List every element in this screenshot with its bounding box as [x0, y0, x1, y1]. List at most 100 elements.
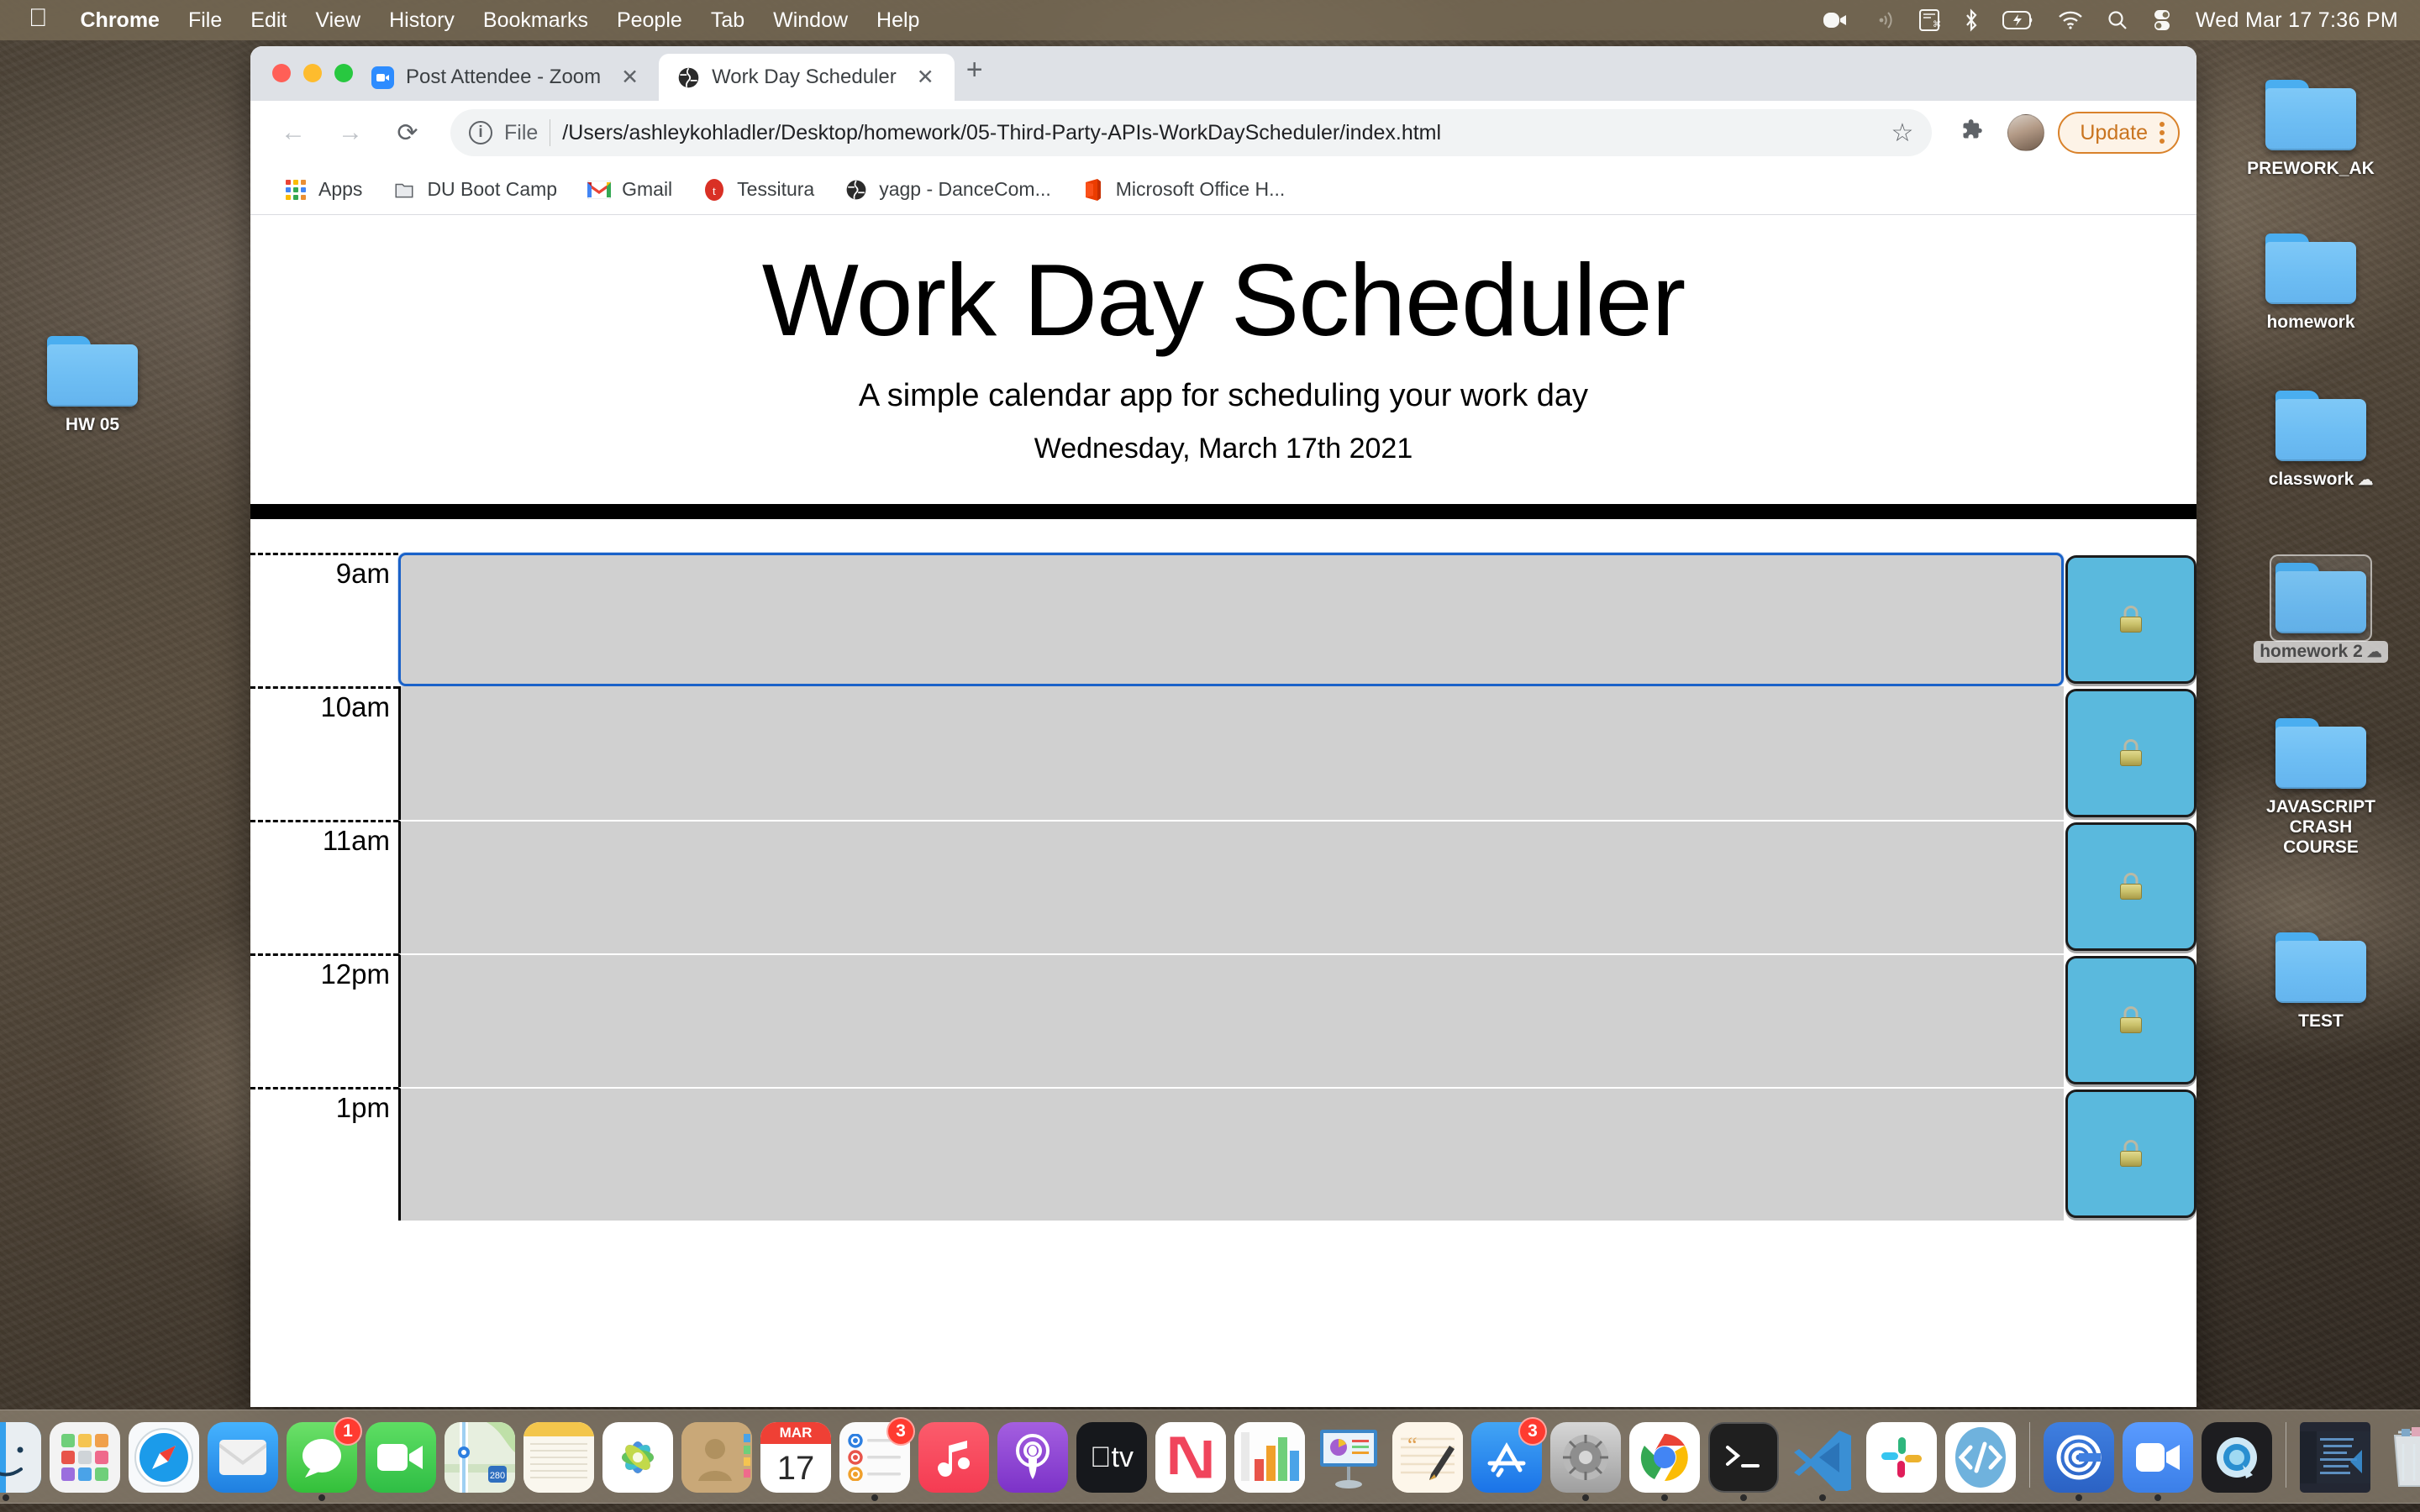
desktop-icon-javascript-crash-course[interactable]: JAVASCRIPT CRASH COURSE — [2245, 718, 2396, 858]
bookmark-label: Tessitura — [737, 178, 815, 200]
maximize-window-button[interactable] — [334, 64, 353, 82]
menu-chrome[interactable]: Chrome — [66, 8, 174, 33]
time-block-input-12pm[interactable] — [398, 953, 2064, 1087]
chrome-menu-icon[interactable] — [2160, 122, 2165, 144]
dock-item-safari[interactable] — [129, 1422, 199, 1493]
close-tab-button[interactable]: ✕ — [908, 65, 943, 90]
update-button[interactable]: Update — [2058, 112, 2180, 154]
dock-item-music[interactable] — [918, 1422, 989, 1493]
dock-item-numbers[interactable] — [1234, 1422, 1305, 1493]
dock-item-chrome[interactable] — [1629, 1422, 1700, 1501]
bookmark-apps[interactable]: Apps — [272, 173, 374, 207]
dock-item-system-preferences[interactable] — [1550, 1422, 1621, 1501]
dock-item-news[interactable] — [1155, 1422, 1226, 1493]
dock-item-airdrop-app[interactable] — [2044, 1422, 2114, 1501]
dock-item-finder[interactable] — [0, 1422, 41, 1501]
dock-item-facetime[interactable] — [366, 1422, 436, 1493]
menu-bar-clock[interactable]: Wed Mar 17 7:36 PM — [2196, 8, 2398, 33]
dock-item-keynote[interactable] — [1313, 1422, 1384, 1493]
time-block-input-11am[interactable] — [398, 819, 2064, 953]
back-button[interactable]: ← — [267, 107, 319, 159]
dock-item-trash[interactable] — [2379, 1422, 2420, 1493]
close-window-button[interactable] — [272, 64, 291, 82]
close-tab-button[interactable]: ✕ — [613, 65, 647, 90]
chrome-window: Post Attendee - Zoom ✕ Work Day Schedule… — [250, 46, 2196, 1407]
dock-item-photos[interactable] — [602, 1422, 673, 1493]
save-button-12pm[interactable] — [2065, 955, 2196, 1084]
puzzle-piece-icon[interactable] — [1949, 117, 1994, 149]
bookmark-microsoft-office[interactable]: Microsoft Office H... — [1070, 173, 1297, 207]
apple-logo-icon[interactable]:  — [29, 6, 48, 31]
minimize-window-button[interactable] — [303, 64, 322, 82]
desktop-icon-test[interactable]: TEST — [2245, 932, 2396, 1032]
dock-item-maps[interactable]: 280 — [445, 1422, 515, 1493]
dock-item-podcasts[interactable] — [997, 1422, 1068, 1493]
save-button-10am[interactable] — [2065, 688, 2196, 817]
menu-tab[interactable]: Tab — [697, 8, 759, 33]
site-info-icon[interactable]: i — [469, 121, 492, 144]
screenshot-icon[interactable]: ⌘ — [1918, 8, 1940, 32]
dock-item-launchpad[interactable] — [50, 1422, 120, 1493]
dock-item-visual-studio-code[interactable] — [1787, 1422, 1858, 1501]
address-bar[interactable]: i File /Users/ashleykohladler/Desktop/ho… — [450, 109, 1933, 156]
desktop-icon-hw05[interactable]: HW 05 — [17, 336, 168, 436]
dock-item-apple-tv[interactable]: tv — [1076, 1422, 1147, 1493]
bookmark-star-icon[interactable]: ☆ — [1891, 118, 1913, 148]
desktop-icon-prework-ak[interactable]: PREWORK_AK — [2235, 80, 2386, 180]
tab-post-attendee-zoom[interactable]: Post Attendee - Zoom ✕ — [353, 54, 659, 101]
tab-work-day-scheduler[interactable]: Work Day Scheduler ✕ — [659, 54, 955, 101]
dock-item-zoom[interactable] — [2123, 1422, 2193, 1501]
dock-item-quicktime[interactable] — [2202, 1422, 2272, 1493]
dock-item-code-editor[interactable] — [1945, 1422, 2016, 1493]
menu-history[interactable]: History — [375, 8, 469, 33]
reload-button[interactable]: ⟳ — [381, 107, 434, 159]
bookmark-du-boot-camp[interactable]: DU Boot Camp — [381, 173, 569, 207]
dock-item-pages[interactable]: “ — [1392, 1422, 1463, 1493]
bluetooth-icon[interactable] — [1964, 8, 1979, 32]
bookmark-gmail[interactable]: Gmail — [576, 173, 684, 207]
desktop-icon-homework-2[interactable]: homework 2 ☁ — [2245, 554, 2396, 664]
menu-edit[interactable]: Edit — [236, 8, 301, 33]
bookmark-yagp-dancecom[interactable]: yagp - DanceCom... — [833, 173, 1063, 207]
gmail-icon — [587, 178, 612, 202]
menu-people[interactable]: People — [602, 8, 697, 33]
hour-label: 9am — [250, 552, 398, 686]
time-block-input-1pm[interactable] — [398, 1086, 2064, 1221]
time-block-input-10am[interactable] — [398, 685, 2064, 820]
profile-avatar[interactable] — [2007, 114, 2045, 151]
menu-file[interactable]: File — [174, 8, 236, 33]
wifi-icon[interactable] — [2058, 11, 2083, 29]
hour-label: 10am — [250, 685, 398, 820]
dock-item-slack[interactable] — [1866, 1422, 1937, 1493]
save-button-11am[interactable] — [2065, 822, 2196, 951]
dock-item-terminal[interactable] — [1708, 1422, 1779, 1501]
new-tab-button[interactable]: + — [955, 55, 997, 101]
save-button-1pm[interactable] — [2065, 1089, 2196, 1218]
control-center-icon[interactable] — [2152, 8, 2172, 32]
svg-text:“: “ — [1407, 1433, 1418, 1457]
dock-item-messages[interactable]: 1 — [287, 1417, 362, 1501]
spotlight-search-icon[interactable] — [2107, 9, 2128, 31]
save-button-9am[interactable] — [2065, 554, 2196, 684]
dock-item-notes[interactable] — [523, 1422, 594, 1493]
dock-item-contacts[interactable] — [681, 1422, 752, 1493]
battery-charging-icon[interactable] — [2002, 11, 2034, 29]
calendar-day: 17 — [776, 1449, 815, 1487]
time-block-input-9am[interactable] — [398, 552, 2064, 686]
menu-bookmarks[interactable]: Bookmarks — [469, 8, 602, 33]
desktop-icon-homework[interactable]: homework — [2235, 234, 2386, 333]
dock-item-reminders[interactable]: 3 — [839, 1417, 915, 1501]
dock-item-app-store[interactable]: 3 — [1471, 1417, 1547, 1493]
menu-window[interactable]: Window — [759, 8, 862, 33]
dock-minimized-vscode-window[interactable] — [2300, 1422, 2370, 1493]
desktop-icon-classwork[interactable]: classwork ☁ — [2245, 391, 2396, 491]
forward-button[interactable]: → — [324, 107, 376, 159]
bookmark-tessitura[interactable]: t Tessitura — [691, 173, 826, 207]
dock-item-calendar[interactable]: MAR 17 — [760, 1422, 831, 1493]
airdrop-icon[interactable] — [1871, 8, 1895, 32]
icloud-download-icon: ☁ — [2358, 471, 2374, 489]
menu-help[interactable]: Help — [862, 8, 934, 33]
zoom-camera-icon[interactable] — [1823, 10, 1848, 30]
dock-item-mail[interactable] — [208, 1422, 278, 1493]
menu-view[interactable]: View — [301, 8, 375, 33]
